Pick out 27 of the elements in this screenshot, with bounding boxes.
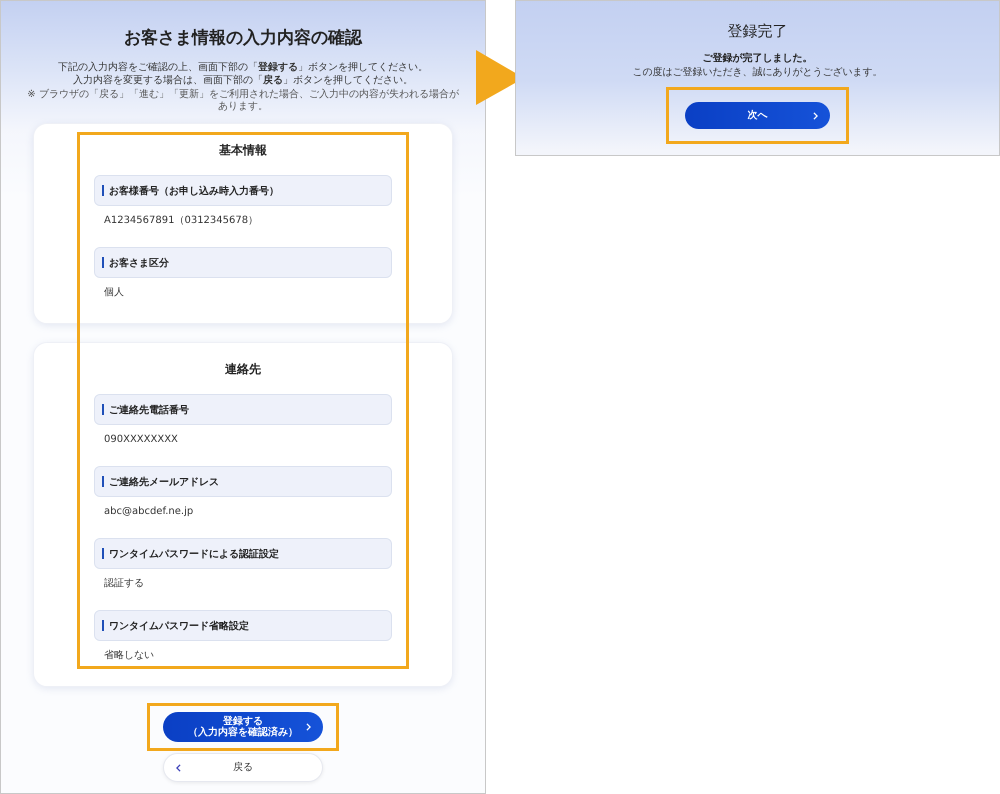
field-value: 認証する: [104, 577, 145, 591]
field-label: お客様番号（お申し込み時入力番号）: [94, 175, 392, 206]
register-button[interactable]: 登録する （入力内容を確認済み）: [163, 712, 323, 742]
message-text: この度はご登録いただき、誠にありがとうございます。: [632, 66, 882, 79]
field-value: A1234567891（0312345678）: [104, 214, 260, 228]
field-label: ワンタイムパスワードによる認証設定: [94, 538, 392, 569]
instruction-text: 下記の入力内容をご確認の上、画面下部の「登録する」ボタンを押してください。: [58, 61, 428, 74]
field-label: ご連絡先電話番号: [94, 394, 392, 425]
field-value: 090XXXXXXXX: [104, 433, 179, 447]
field-value: 個人: [104, 286, 125, 300]
note-text: ※ ブラウザの「戻る」「進む」「更新」をご利用された場合、ご入力中の内容が失われる場合があります。: [26, 89, 460, 113]
next-button[interactable]: 次へ: [685, 102, 830, 129]
field-value: abc@abcdef.ne.jp: [104, 505, 194, 519]
page-title: 登録完了: [728, 21, 788, 41]
chevron-right-icon: [813, 112, 818, 120]
page-title: お客さま情報の入力内容の確認: [124, 27, 362, 49]
field-label: ワンタイムパスワード省略設定: [94, 610, 392, 641]
section-heading: 連絡先: [224, 361, 262, 377]
field-label: ご連絡先メールアドレス: [94, 466, 392, 497]
message-text: ご登録が完了しました。: [702, 53, 812, 65]
section-heading: 基本情報: [218, 142, 268, 158]
instruction-text: 入力内容を変更する場合は、画面下部の「戻る」ボタンを押してください。: [73, 74, 413, 87]
chevron-right-icon: [306, 723, 311, 731]
chevron-left-icon: [176, 764, 181, 772]
field-label: お客さま区分: [94, 247, 392, 278]
field-value: 省略しない: [104, 649, 155, 663]
back-button[interactable]: 戻る: [163, 753, 323, 782]
